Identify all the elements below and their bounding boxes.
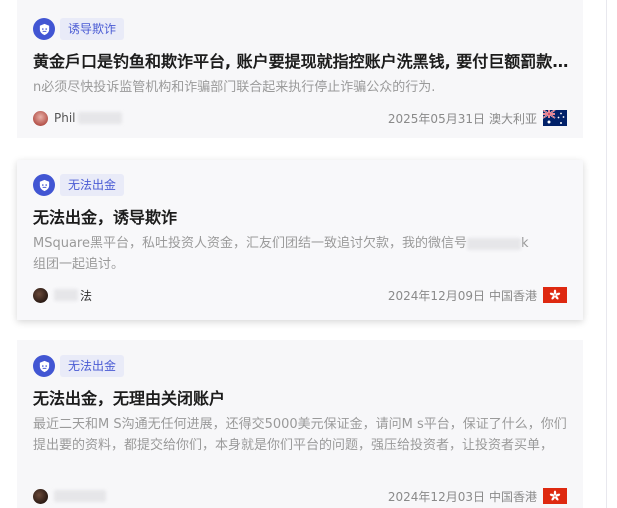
post-date: 2024年12月09日 [387,288,485,303]
tag-row: 诱导欺诈 [33,17,125,41]
post-date: 2024年12月03日 [387,489,485,504]
post-region: 中国香港 [488,489,537,504]
username[interactable] [54,490,106,502]
post-description: 最近二天和M S沟通无任何进展，还得交5000美元保证金，请问M s平台，保证了… [33,417,567,453]
post-date: 2025年05月31日 [387,111,485,126]
post-region: 澳大利亚 [488,111,537,126]
shield-icon [33,355,55,377]
post-title[interactable]: 无法出金，无理由关闭账户 [33,388,573,410]
hong-kong-flag-icon [543,287,567,303]
post-meta: 法 2024年12月09日 中国香港 [33,286,567,304]
post-region: 中国香港 [488,288,537,303]
post-card[interactable]: 无法出金 无法出金，无理由关闭账户 最近二天和M S沟通无任何进展，还得交500… [17,340,583,508]
tag-row: 无法出金 [33,354,125,378]
category-tag[interactable]: 无法出金 [60,355,125,377]
post-title[interactable]: 黄金戶口是钓鱼和欺诈平台, 账户要提现就指控账户洗黑钱, 要付巨额罰款以及保证金… [33,51,573,73]
australia-flag-icon [543,110,567,126]
hong-kong-flag-icon [543,488,567,504]
post-card[interactable]: 诱导欺诈 黄金戶口是钓鱼和欺诈平台, 账户要提现就指控账户洗黑钱, 要付巨额罰款… [17,0,583,138]
post-meta: 2024年12月03日 中国香港 [33,487,567,505]
category-tag[interactable]: 无法出金 [60,174,125,196]
post-description: MSquare黑平台，私吐投资人资金，汇友们团结一致追讨欠款，我的微信号 k 组团… [33,236,529,272]
post-description: n必须尽快投诉监管机构和诈骗部门联合起来执行停止诈骗公众的行为. [33,80,436,95]
username[interactable]: Phil [54,111,122,125]
complaint-feed: 诱导欺诈 黄金戶口是钓鱼和欺诈平台, 账户要提现就指控账户洗黑钱, 要付巨额罰款… [0,0,617,508]
shield-icon [33,174,55,196]
avatar[interactable] [33,287,48,303]
post-meta: Phil 2025年05月31日 澳大利亚 [33,109,567,127]
scrollbar[interactable] [606,0,607,508]
avatar[interactable] [33,488,48,504]
shield-icon [33,18,55,40]
tag-row: 无法出金 [33,173,125,197]
post-title[interactable]: 无法出金，诱导欺诈 [33,207,573,229]
username[interactable]: 法 [54,287,92,304]
avatar[interactable] [33,110,48,126]
post-card[interactable]: 无法出金 无法出金，诱导欺诈 MSquare黑平台，私吐投资人资金，汇友们团结一… [17,160,583,320]
category-tag[interactable]: 诱导欺诈 [60,18,125,40]
